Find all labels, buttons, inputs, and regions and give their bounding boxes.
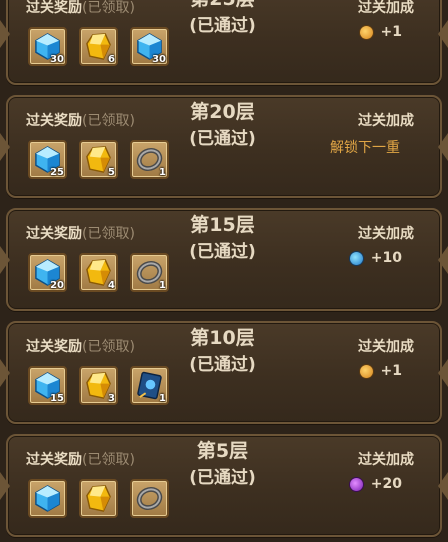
item-quantity: 30 xyxy=(152,54,166,65)
floor-card[interactable]: 过关奖励(已领取) 第10层 (已通过) 过关加成 +1 15 3 1 xyxy=(0,316,448,429)
floor-level: 第25层 xyxy=(160,0,285,12)
bonus-value-text: +10 xyxy=(370,250,402,266)
claimed-label: (已领取) xyxy=(82,452,135,468)
reward-title-label: 过关奖励 xyxy=(26,339,82,355)
reward-item-slot[interactable]: 1 xyxy=(130,253,169,292)
claimed-label: (已领取) xyxy=(82,226,135,242)
floor-card[interactable]: 过关奖励(已领取) 第15层 (已通过) 过关加成 +10 20 4 1 xyxy=(0,203,448,316)
floor-level: 第5层 xyxy=(196,440,249,462)
claimed-label: (已领取) xyxy=(82,339,135,355)
reward-items: 20 4 1 xyxy=(28,253,169,292)
reward-title: 过关奖励(已领取) xyxy=(26,110,135,130)
left-notch xyxy=(0,358,10,387)
claimed-label: (已领取) xyxy=(82,113,135,129)
blue-orb-icon xyxy=(349,251,363,265)
item-quantity: 20 xyxy=(50,280,64,291)
reward-item-slot[interactable]: 4 xyxy=(79,253,118,292)
bonus-value: +20 xyxy=(349,476,402,492)
reward-item-slot[interactable]: 20 xyxy=(28,253,67,292)
right-notch xyxy=(438,19,448,48)
reward-item-slot[interactable] xyxy=(130,479,169,518)
reward-items: 15 3 1 xyxy=(28,366,169,405)
reward-item-slot[interactable]: 30 xyxy=(28,27,67,66)
bonus-title: 过关加成 xyxy=(358,113,414,129)
reward-title-label: 过关奖励 xyxy=(26,0,82,16)
reward-item-slot[interactable]: 1 xyxy=(130,366,169,405)
bonus-value-text: +1 xyxy=(380,363,402,379)
item-quantity: 1 xyxy=(159,393,166,404)
item-quantity: 1 xyxy=(159,167,166,178)
floor-level: 第20层 xyxy=(190,101,255,123)
reward-item-slot[interactable] xyxy=(28,479,67,518)
reward-item-slot[interactable] xyxy=(79,479,118,518)
reward-title-label: 过关奖励 xyxy=(26,113,82,129)
item-quantity: 1 xyxy=(159,280,166,291)
reward-title-label: 过关奖励 xyxy=(26,452,82,468)
floor-status: (已通过) xyxy=(189,129,256,149)
bonus-value: 解锁下一重 xyxy=(330,137,400,157)
bonus-title: 过关加成 xyxy=(358,339,414,355)
reward-item-slot[interactable]: 15 xyxy=(28,366,67,405)
right-notch xyxy=(438,132,448,161)
floor-reward-list: 过关奖励(已领取) 第25层 (已通过) 过关加成 +1 30630 过关奖励(… xyxy=(0,0,448,542)
floor-card[interactable]: 过关奖励(已领取) 第20层 (已通过) 过关加成 解锁下一重 25 5 1 xyxy=(0,90,448,203)
item-quantity: 25 xyxy=(50,167,64,178)
right-notch xyxy=(438,471,448,500)
floor-card[interactable]: 过关奖励(已领取) 第25层 (已通过) 过关加成 +1 30 6 30 xyxy=(0,0,448,90)
left-notch xyxy=(0,19,10,48)
item-quantity: 15 xyxy=(50,393,64,404)
left-notch xyxy=(0,245,10,274)
floor-card[interactable]: 过关奖励(已领取) 第5层 (已通过) 过关加成 +20 xyxy=(0,429,448,542)
reward-title: 过关奖励(已领取) xyxy=(26,449,135,469)
bonus-value: +1 xyxy=(359,24,402,40)
claimed-label: (已领取) xyxy=(82,0,135,16)
floor-status: (已通过) xyxy=(189,355,256,375)
item-quantity: 30 xyxy=(50,54,64,65)
floor-status: (已通过) xyxy=(189,242,256,262)
reward-title: 过关奖励(已领取) xyxy=(26,0,135,17)
floor-status: (已通过) xyxy=(189,468,256,488)
reward-item-slot[interactable]: 5 xyxy=(79,140,118,179)
reward-items: 25 5 1 xyxy=(28,140,169,179)
smile-coin-icon xyxy=(359,364,373,378)
bonus-value: +10 xyxy=(349,250,402,266)
floor-status: (已通过) xyxy=(189,16,256,36)
reward-title-label: 过关奖励 xyxy=(26,226,82,242)
bonus-value-text: +1 xyxy=(380,24,402,40)
left-notch xyxy=(0,132,10,161)
bonus-value-text: +20 xyxy=(370,476,402,492)
item-quantity: 3 xyxy=(108,393,115,404)
left-notch xyxy=(0,471,10,500)
right-notch xyxy=(438,358,448,387)
bonus-title: 过关加成 xyxy=(358,452,414,468)
bonus-value-text: 解锁下一重 xyxy=(330,140,400,156)
floor-level: 第10层 xyxy=(190,327,255,349)
bonus-value: +1 xyxy=(359,363,402,379)
right-notch xyxy=(438,245,448,274)
reward-items: 30 6 30 xyxy=(28,27,169,66)
item-quantity: 4 xyxy=(108,280,115,291)
reward-title: 过关奖励(已领取) xyxy=(26,336,135,356)
reward-items xyxy=(28,479,169,518)
smile-coin-icon xyxy=(359,25,373,39)
reward-item-slot[interactable]: 3 xyxy=(79,366,118,405)
purple-orb-icon xyxy=(349,477,363,491)
item-quantity: 6 xyxy=(108,54,115,65)
bonus-title: 过关加成 xyxy=(358,226,414,242)
reward-item-slot[interactable]: 1 xyxy=(130,140,169,179)
reward-item-slot[interactable]: 25 xyxy=(28,140,67,179)
bonus-title: 过关加成 xyxy=(358,0,414,16)
item-quantity: 5 xyxy=(108,167,115,178)
reward-item-slot[interactable]: 30 xyxy=(130,27,169,66)
floor-level: 第15层 xyxy=(190,214,255,236)
reward-title: 过关奖励(已领取) xyxy=(26,223,135,243)
reward-item-slot[interactable]: 6 xyxy=(79,27,118,66)
